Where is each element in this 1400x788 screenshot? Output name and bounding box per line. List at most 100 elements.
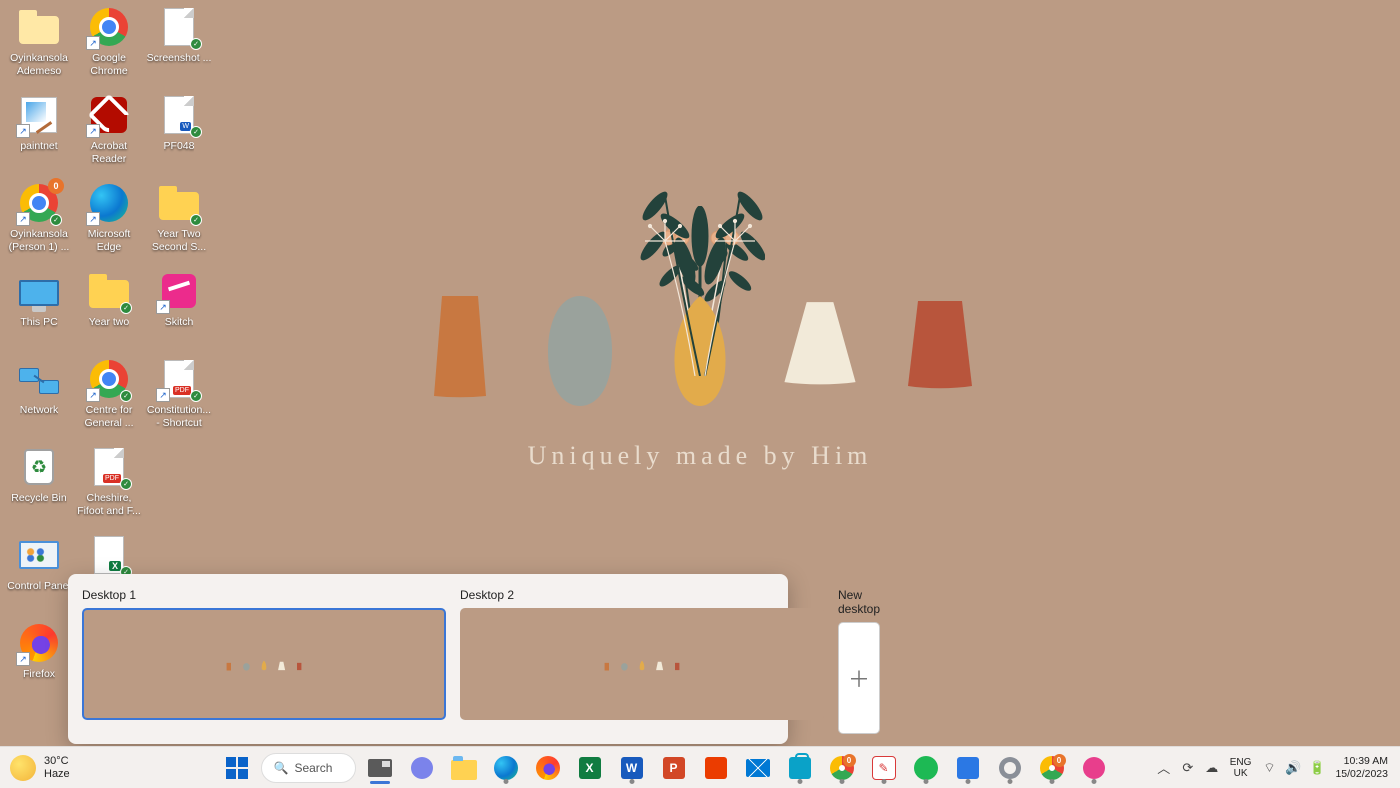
desktop-icon-this-pc[interactable]: This PC [4,268,74,356]
icon-label: Year two [89,316,129,329]
shortcut-overlay-icon: ↗ [86,388,100,402]
windows-logo-icon [226,757,248,779]
gear-icon [999,757,1021,779]
taskbar-weather[interactable]: 30°C Haze [0,755,210,781]
firefox-icon [536,756,560,780]
chat-button[interactable] [404,750,440,786]
desktop-icon-pf048[interactable]: W✓ PF048 [144,92,214,180]
virtual-desktop-1[interactable]: Desktop 1 [82,588,446,734]
desktop-icon-cheshire-pdf[interactable]: PDF✓ Cheshire, Fifoot and F... [74,444,144,532]
office-icon [705,757,727,779]
pdf-icon: PDF [94,448,124,486]
sync-badge-icon: ✓ [190,38,202,50]
settings-button[interactable] [992,750,1028,786]
chevron-up-icon[interactable]: ︿ [1156,760,1172,776]
this-pc-icon [19,280,59,306]
sync-badge-icon: ✓ [190,214,202,226]
desktop-icon-screenshot[interactable]: ✓ Screenshot ... [144,4,214,92]
plant-icon [635,206,765,376]
shortcut-overlay-icon: ↗ [16,124,30,138]
file-explorer-button[interactable] [446,750,482,786]
volume-icon[interactable]: 🔊 [1285,760,1301,776]
count-badge: 0 [843,754,856,767]
cloud-icon[interactable]: ☁ [1204,760,1220,776]
network-icon [19,368,59,394]
desktop-icon-user-folder[interactable]: Oyinkansola Ademeso [4,4,74,92]
desktop-icon-skitch[interactable]: ↗ Skitch [144,268,214,356]
edge-button[interactable] [488,750,524,786]
icon-label: Constitution... - Shortcut [145,404,213,430]
shortcut-overlay-icon: ↗ [86,124,100,138]
sync-badge-icon: ✓ [50,214,62,226]
desktop-icon-year-two-second[interactable]: ✓ Year Two Second S... [144,180,214,268]
icon-label: This PC [20,316,57,329]
task-view-button[interactable] [362,750,398,786]
spotify-button[interactable] [908,750,944,786]
battery-icon[interactable]: 🔋 [1309,760,1325,776]
desktop-icon-network[interactable]: Network [4,356,74,444]
icon-label: Acrobat Reader [75,140,143,166]
desktop-icon-chrome-profile[interactable]: 0 ✓ ↗ Oyinkansola (Person 1) ... [4,180,74,268]
taskbar-search[interactable]: 🔍 Search [261,753,356,783]
office-button[interactable] [698,750,734,786]
taskbar-center: 🔍 Search X W P 0 0 [210,750,1120,786]
desktop-icon-year-two[interactable]: ✓ Year two [74,268,144,356]
snip-button[interactable] [866,750,902,786]
sync-badge-icon: ✓ [190,390,202,402]
new-virtual-desktop[interactable]: New desktop ＋ [838,588,880,734]
new-desktop-button[interactable]: ＋ [838,622,880,734]
desktop-icon-centre-for-general[interactable]: ✓↗ Centre for General ... [74,356,144,444]
chrome-button[interactable]: 0 [824,750,860,786]
taskbar-clock[interactable]: 10:39 AM 15/02/2023 [1335,755,1388,779]
desktop-icon-microsoft-edge[interactable]: ↗ Microsoft Edge [74,180,144,268]
onedrive-icon[interactable]: ⟳ [1180,760,1196,776]
word-button[interactable]: W [614,750,650,786]
desktop-icon-google-chrome[interactable]: ↗ Google Chrome [74,4,144,92]
virtual-desktop-thumb[interactable] [460,608,824,720]
virtual-desktop-2[interactable]: Desktop 2 [460,588,824,734]
mail-icon [746,759,770,777]
desktop-icon-recycle-bin[interactable]: Recycle Bin [4,444,74,532]
desktop-icon-firefox[interactable]: ↗ Firefox [4,620,74,708]
chrome-profile2-button[interactable]: 0 [1034,750,1070,786]
icon-label: Oyinkansola Ademeso [5,52,73,78]
taskbar-right: ︿ ⟳ ☁ ENG UK ⌔ 🔊 🔋 10:39 AM 15/02/2023 [1120,755,1400,779]
word-icon: W [621,757,643,779]
desktop-icon-control-panel[interactable]: Control Panel [4,532,74,620]
pink-app-button[interactable] [1076,750,1112,786]
control-panel-icon [19,541,59,569]
system-tray[interactable]: ︿ ⟳ ☁ [1156,760,1220,776]
icon-label: Skitch [165,316,194,329]
virtual-desktop-label: Desktop 2 [460,588,824,602]
desktop-icon-paintnet[interactable]: ↗ paintnet [4,92,74,180]
clock-time: 10:39 AM [1335,755,1388,767]
powerpoint-button[interactable]: P [656,750,692,786]
folder-icon [19,16,59,44]
file-explorer-icon [451,760,477,780]
search-icon: 🔍 [274,761,289,775]
icon-label: Google Chrome [75,52,143,78]
phone-link-button[interactable] [950,750,986,786]
store-button[interactable] [782,750,818,786]
recycle-bin-icon [24,449,54,485]
icon-label: Recycle Bin [11,492,66,505]
snip-icon [873,757,895,779]
shortcut-overlay-icon: ↗ [156,300,170,314]
wifi-icon[interactable]: ⌔ [1261,760,1277,776]
sync-badge-icon: ✓ [120,302,132,314]
sync-badge-icon: ✓ [120,390,132,402]
desktop-icon-acrobat-reader[interactable]: ↗ Acrobat Reader [74,92,144,180]
firefox-button[interactable] [530,750,566,786]
virtual-desktop-thumb[interactable] [82,608,446,720]
excel-button[interactable]: X [572,750,608,786]
excel-icon: X [579,757,601,779]
start-button[interactable] [219,750,255,786]
language-indicator[interactable]: ENG UK [1230,757,1252,779]
virtual-desktop-label: Desktop 1 [82,588,446,602]
pink-app-icon [1083,757,1105,779]
quick-settings[interactable]: ⌔ 🔊 🔋 [1261,760,1325,776]
shortcut-overlay-icon: ↗ [86,36,100,50]
mail-button[interactable] [740,750,776,786]
desktop-icon-constitution[interactable]: PDF✓↗ Constitution... - Shortcut [144,356,214,444]
sync-badge-icon: ✓ [190,126,202,138]
